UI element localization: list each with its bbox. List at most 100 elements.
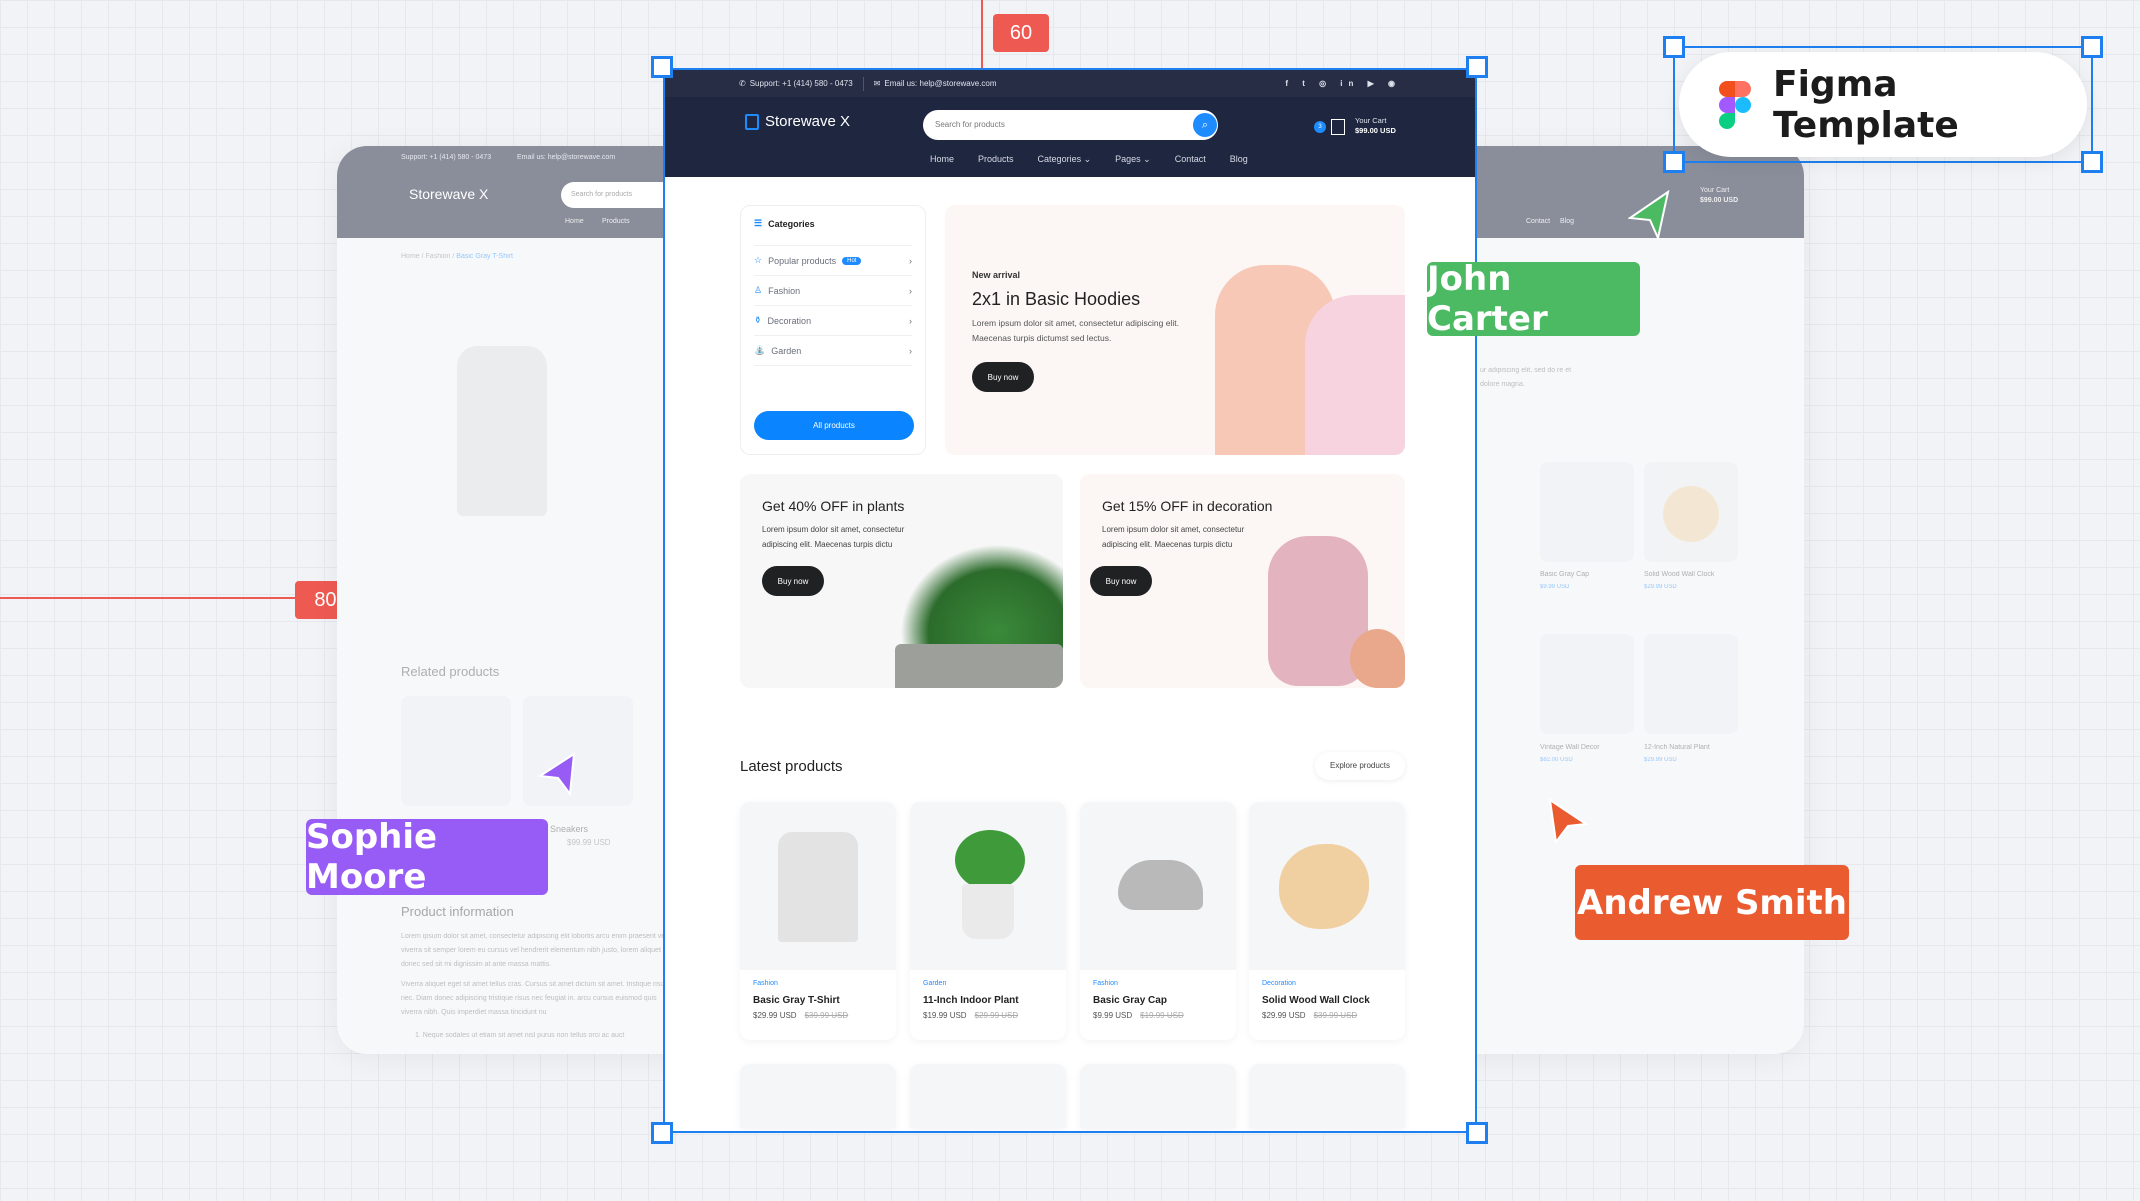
- promo-buy-button[interactable]: Buy now: [762, 566, 824, 596]
- all-products-button[interactable]: All products: [754, 411, 914, 440]
- main-nav: Home Products Categories ⌄ Pages ⌄ Conta…: [930, 154, 1272, 165]
- promo-buy-button[interactable]: Buy now: [1090, 566, 1152, 596]
- cart-total: $99.00 USD: [1355, 126, 1396, 135]
- categories-panel: ☰ Categories ☆ Popular products Hot › ♙ Fashi…: [740, 205, 926, 455]
- bg-nav-contact: Contact: [1526, 218, 1551, 225]
- bg-item-price: $29.99 USD: [1644, 584, 1677, 590]
- hero-body: Lorem ipsum dolor sit amet, consectetur …: [972, 318, 1179, 343]
- bg-crumb: Basic Gray T-Shirt: [456, 253, 513, 260]
- bg-related-old: $99.99 USD: [567, 838, 611, 847]
- cursor-label-sophie-moore: Sophie Moore: [306, 817, 548, 897]
- header: Storewave X Search for products ⌕ 3 Your…: [665, 97, 1475, 177]
- nav-products[interactable]: Products: [978, 154, 1014, 165]
- bg-item-price: $9.99 USD: [1540, 584, 1570, 590]
- category-decoration[interactable]: ⚱ Decoration ›: [754, 306, 912, 336]
- bg-support: Support: +1 (414) 580 - 0473: [401, 154, 492, 161]
- product-old-price: $39.99 USD: [1313, 1011, 1358, 1020]
- nav-home[interactable]: Home: [930, 154, 954, 165]
- hero-banner: New arrival 2x1 in Basic Hoodies Lorem i…: [945, 205, 1405, 455]
- product-old-price: $29.99 USD: [974, 1011, 1019, 1020]
- bg-crumb: Fashion: [425, 253, 451, 260]
- product-name[interactable]: Basic Gray Cap: [1093, 995, 1167, 1006]
- bg-card-plant: [1644, 634, 1738, 734]
- bg-email: Email us: help@storewave.com: [517, 154, 616, 161]
- product-category[interactable]: Fashion: [1093, 980, 1118, 987]
- star-icon: ☆: [754, 255, 763, 265]
- nav-blog[interactable]: Blog: [1230, 154, 1248, 165]
- promo-title: Get 40% OFF in plants: [762, 498, 905, 514]
- watering-can-icon: ⛲: [754, 345, 766, 355]
- nav-contact[interactable]: Contact: [1175, 154, 1206, 165]
- product-price: $19.99 USD: [923, 1011, 967, 1020]
- product-name[interactable]: 11-Inch Indoor Plant: [923, 995, 1019, 1006]
- bg-nav-products: Products: [602, 218, 630, 225]
- bg-info-title: Product information: [401, 904, 514, 919]
- promo-decoration: Get 15% OFF in decoration Lorem ipsum do…: [1080, 474, 1405, 688]
- product-category[interactable]: Fashion: [753, 980, 778, 987]
- bg-item-name: Solid Wood Wall Clock: [1644, 571, 1715, 578]
- category-label: Decoration: [767, 315, 812, 326]
- promo-body: Lorem ipsum dolor sit amet, consectetur …: [1102, 525, 1245, 549]
- resize-handle[interactable]: [651, 56, 673, 78]
- product-price: $9.99 USD: [1093, 1011, 1133, 1020]
- bg-cart-label: Your Cart: [1700, 187, 1730, 194]
- bg-item-name: Vintage Wall Decor: [1540, 744, 1600, 751]
- product-card[interactable]: [1249, 1064, 1405, 1128]
- nav-categories[interactable]: Categories ⌄: [1038, 154, 1092, 165]
- product-card[interactable]: Fashion Basic Gray T-Shirt $29.99 USD $39…: [740, 802, 896, 1040]
- vase-icon: ⚱: [754, 315, 762, 325]
- resize-handle[interactable]: [1466, 1122, 1488, 1144]
- cursor-arrow-green-icon: [1628, 190, 1670, 240]
- category-garden[interactable]: ⛲ Garden ›: [754, 336, 912, 366]
- explore-products-button[interactable]: Explore products: [1315, 752, 1405, 780]
- product-card[interactable]: Fashion Basic Gray Cap $9.99 USD $19.99 U…: [1080, 802, 1236, 1040]
- category-label: Fashion: [768, 285, 801, 296]
- search-button[interactable]: ⌕: [1193, 113, 1217, 137]
- nav-pages[interactable]: Pages ⌄: [1115, 154, 1151, 165]
- category-label: Garden: [771, 345, 802, 356]
- product-name[interactable]: Basic Gray T-Shirt: [753, 995, 840, 1006]
- cart-count-badge: 3: [1314, 121, 1326, 133]
- bg-related-name: Sneakers: [550, 824, 589, 834]
- phone-icon: ✆: [739, 79, 746, 88]
- social-icons[interactable]: f t ◎ in ▶ ◉: [1285, 79, 1401, 88]
- email-text: Email us: help@storewave.com: [884, 79, 997, 88]
- logo[interactable]: Storewave X: [765, 113, 850, 130]
- bg-logo: Storewave X: [409, 186, 489, 202]
- bg-item-name: 12-Inch Natural Plant: [1644, 744, 1710, 751]
- hoodie-pink-image: [1305, 295, 1405, 455]
- bg-cart-total: $99.00 USD: [1700, 197, 1739, 204]
- cart-label[interactable]: Your Cart: [1355, 116, 1396, 126]
- cart-bag-icon[interactable]: [1331, 119, 1345, 135]
- top-bar: ✆ Support: +1 (414) 580 - 0473 ✉ Email u…: [665, 70, 1475, 97]
- bg-thumb-tshirt: [457, 346, 547, 516]
- bg-card-cap: [1540, 462, 1634, 562]
- bg-item-price: $82.00 USD: [1540, 757, 1573, 763]
- bg-nav-home: Home: [565, 218, 584, 225]
- bg-item-name: Basic Gray Cap: [1540, 571, 1590, 578]
- product-category[interactable]: Garden: [923, 980, 946, 987]
- succulent-image: [900, 544, 1063, 654]
- category-popular[interactable]: ☆ Popular products Hot ›: [754, 246, 912, 276]
- cursor-arrow-orange-icon: [1548, 798, 1588, 844]
- tshirt-image: [778, 832, 858, 942]
- product-name[interactable]: Solid Wood Wall Clock: [1262, 995, 1370, 1006]
- resize-handle[interactable]: [1466, 56, 1488, 78]
- cursor-arrow-purple-icon: [538, 752, 576, 796]
- product-card[interactable]: Decoration Solid Wood Wall Clock $29.99 …: [1249, 802, 1405, 1040]
- plant-leaves-image: [955, 830, 1025, 890]
- search-input[interactable]: Search for products: [923, 110, 1218, 140]
- product-card[interactable]: Garden 11-Inch Indoor Plant $19.99 USD $2…: [910, 802, 1066, 1040]
- product-card[interactable]: [910, 1064, 1066, 1128]
- chevron-right-icon: ›: [909, 285, 912, 296]
- product-category[interactable]: Decoration: [1262, 980, 1296, 987]
- category-fashion[interactable]: ♙ Fashion ›: [754, 276, 912, 306]
- hero-buy-button[interactable]: Buy now: [972, 362, 1034, 392]
- guide-line-vertical: [981, 0, 983, 68]
- product-card[interactable]: [1080, 1064, 1236, 1128]
- promo-plants: Get 40% OFF in plants Lorem ipsum dolor …: [740, 474, 1063, 688]
- wall-clock-image: [1279, 844, 1369, 929]
- resize-handle[interactable]: [651, 1122, 673, 1144]
- product-card[interactable]: [740, 1064, 896, 1128]
- pot-image: [895, 644, 1063, 688]
